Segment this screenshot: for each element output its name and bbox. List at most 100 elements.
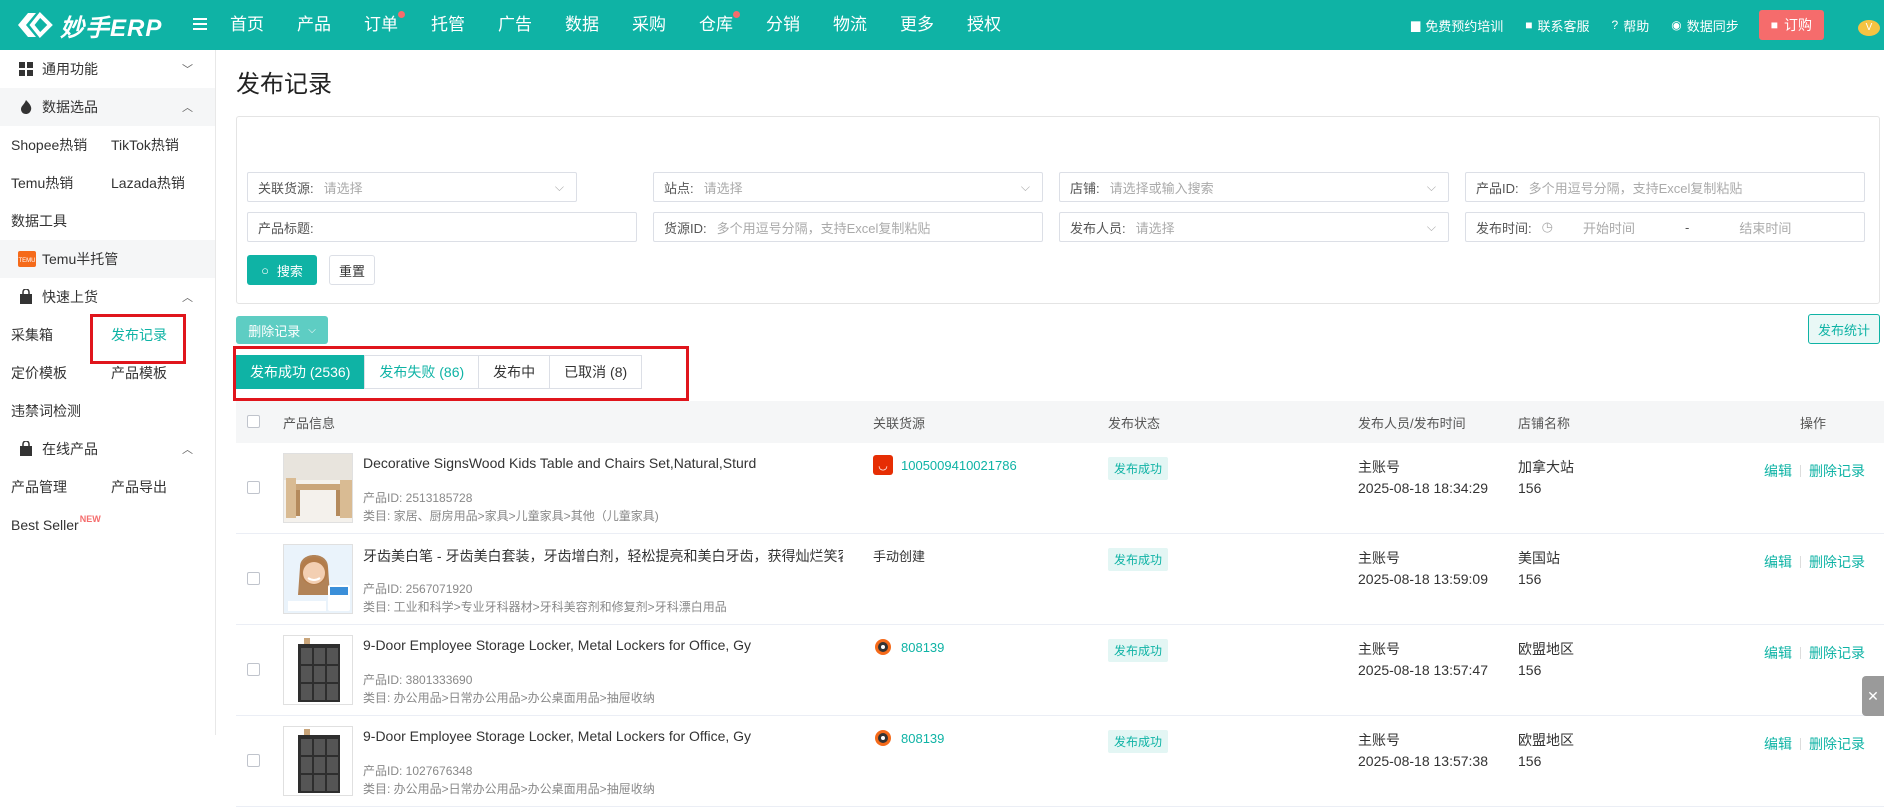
sidebar-item[interactable]: 采集箱 bbox=[0, 325, 100, 345]
status-tab-2[interactable]: 发布中 bbox=[478, 355, 551, 389]
publisher-select[interactable]: 发布人员: 请选择 ⌵ bbox=[1059, 212, 1449, 242]
sidebar-item[interactable]: 产品模板 bbox=[100, 363, 200, 383]
sidebar-item[interactable]: 发布记录 bbox=[100, 325, 200, 345]
product-title-label: 产品标题: bbox=[258, 220, 314, 236]
edit-link[interactable]: 编辑 bbox=[1764, 734, 1792, 754]
collapse-float-icon[interactable]: ✕ bbox=[1862, 676, 1884, 716]
sync-link[interactable]: ◉ 数据同步 bbox=[1671, 16, 1739, 35]
col-product-info: 产品信息 bbox=[283, 415, 336, 431]
sidebar-group-4[interactable]: 在线产品 ︿ bbox=[0, 430, 215, 468]
sidebar-item[interactable]: Temu热销 bbox=[0, 173, 100, 193]
order-button[interactable]: ■ 订购 bbox=[1758, 10, 1824, 40]
sidebar-item[interactable]: TikTok热销 bbox=[100, 135, 200, 155]
nav-label: 分销 bbox=[766, 15, 800, 34]
contact-link[interactable]: ■ 联系客服 bbox=[1525, 16, 1589, 35]
row-checkbox[interactable] bbox=[247, 481, 260, 494]
nav-item-11[interactable]: 授权 bbox=[967, 0, 1001, 50]
product-title-input[interactable]: 产品标题: bbox=[247, 212, 637, 242]
status-tab-0[interactable]: 发布成功 (2536) bbox=[235, 355, 366, 389]
edit-link[interactable]: 编辑 bbox=[1764, 552, 1792, 572]
product-thumbnail[interactable] bbox=[283, 635, 353, 705]
start-time-placeholder[interactable]: 开始时间 bbox=[1583, 218, 1635, 237]
nav-item-1[interactable]: 产品 bbox=[297, 0, 331, 50]
source-link[interactable]: 808139 bbox=[901, 731, 944, 746]
status-tab-1[interactable]: 发布失败 (86) bbox=[364, 355, 480, 389]
sidebar-item[interactable]: 违禁词检测 bbox=[0, 401, 100, 421]
help-icon: ? bbox=[1611, 18, 1619, 32]
sidebar-group-1[interactable]: 数据选品 ︿ bbox=[0, 88, 215, 126]
row-checkbox[interactable] bbox=[247, 754, 260, 767]
sidebar-item-label: 采集箱 bbox=[11, 327, 53, 343]
sidebar-item[interactable]: 数据工具 bbox=[0, 211, 100, 231]
product-title[interactable]: 牙齿美白笔 - 牙齿美白套装，牙齿增白剂，轻松提亮和美白牙齿，获得灿烂笑容 bbox=[363, 546, 843, 566]
sidebar-group-3[interactable]: 快速上货 ︿ bbox=[0, 278, 215, 316]
sidebar-item[interactable]: 产品导出 bbox=[100, 477, 200, 497]
monitor-icon: ▆ bbox=[1411, 18, 1421, 32]
reset-button[interactable]: 重置 bbox=[329, 255, 375, 285]
row-checkbox[interactable] bbox=[247, 663, 260, 676]
row-checkbox[interactable] bbox=[247, 572, 260, 585]
edit-link[interactable]: 编辑 bbox=[1764, 643, 1792, 663]
nav-item-10[interactable]: 更多 bbox=[900, 0, 934, 50]
delete-record-link[interactable]: 删除记录 bbox=[1809, 461, 1865, 481]
col-publisher: 发布人员/发布时间 bbox=[1358, 415, 1466, 431]
help-link[interactable]: ? 帮助 bbox=[1612, 16, 1650, 35]
sidebar-item[interactable]: Shopee热销 bbox=[0, 135, 100, 155]
publish-time: 2025-08-18 13:57:47 bbox=[1358, 662, 1488, 678]
store-number: 156 bbox=[1518, 480, 1542, 496]
nav-item-9[interactable]: 物流 bbox=[833, 0, 867, 50]
nav-item-5[interactable]: 数据 bbox=[565, 0, 599, 50]
source-id-input[interactable]: 货源ID: 多个用逗号分隔，支持Excel复制粘贴 bbox=[653, 212, 1043, 242]
product-title[interactable]: 9-Door Employee Storage Locker, Metal Lo… bbox=[363, 637, 751, 653]
publish-time-range[interactable]: 发布时间: ◷ 开始时间 - 结束时间 bbox=[1465, 212, 1865, 242]
product-thumbnail[interactable] bbox=[283, 453, 353, 523]
sidebar-item[interactable]: Lazada热销 bbox=[100, 173, 200, 193]
product-id-input[interactable]: 产品ID: 多个用逗号分隔，支持Excel复制粘贴 bbox=[1465, 172, 1865, 202]
sidebar-group-2[interactable]: TEMU Temu半托管 bbox=[0, 240, 215, 278]
sidebar-item-label: 发布记录 bbox=[111, 327, 167, 343]
edit-link[interactable]: 编辑 bbox=[1764, 461, 1792, 481]
main-nav: 首页 产品 订单 托管 广告 数据 采购 仓库 分销 物流 更多 授权 bbox=[230, 0, 1034, 50]
nav-item-2[interactable]: 订单 bbox=[364, 0, 405, 50]
store-select[interactable]: 店铺: 请选择或输入搜索 ⌵ bbox=[1059, 172, 1449, 202]
row-actions: 编辑 删除记录 bbox=[1764, 461, 1865, 481]
delete-record-link[interactable]: 删除记录 bbox=[1809, 734, 1865, 754]
source-link[interactable]: 1005009410021786 bbox=[901, 458, 1017, 473]
top-right-links: ▆ 免费预约培训 ■ 联系客服 ? 帮助 ◉ 数据同步 ■ 订购 bbox=[1389, 0, 1824, 50]
end-time-placeholder[interactable]: 结束时间 bbox=[1739, 218, 1791, 237]
sidebar-group-0[interactable]: 通用功能 ﹀ bbox=[0, 50, 215, 88]
new-badge: NEW bbox=[79, 514, 101, 524]
menu-toggle-icon[interactable] bbox=[190, 14, 210, 34]
nav-item-4[interactable]: 广告 bbox=[498, 0, 532, 50]
select-all-checkbox[interactable] bbox=[247, 415, 260, 428]
store-name: 加拿大站 bbox=[1518, 459, 1574, 475]
user-avatar[interactable]: V bbox=[1858, 20, 1880, 36]
product-title[interactable]: Decorative SignsWood Kids Table and Chai… bbox=[363, 455, 756, 471]
search-button[interactable]: ○ 搜索 bbox=[247, 255, 317, 285]
publisher-label: 发布人员: bbox=[1070, 220, 1126, 236]
training-link[interactable]: ▆ 免费预约培训 bbox=[1411, 16, 1503, 35]
chevron-down-icon: ⌵ bbox=[1426, 220, 1436, 234]
delete-records-button[interactable]: 删除记录 ⌵ bbox=[236, 316, 328, 344]
delete-record-link[interactable]: 删除记录 bbox=[1809, 552, 1865, 572]
table-body: Decorative SignsWood Kids Table and Chai… bbox=[236, 443, 1884, 807]
nav-item-7[interactable]: 仓库 bbox=[699, 0, 740, 50]
sidebar-item[interactable]: 产品管理 bbox=[0, 477, 100, 497]
sidebar-item[interactable]: Best SellerNEW bbox=[0, 514, 101, 533]
site-select[interactable]: 站点: 请选择 ⌵ bbox=[653, 172, 1043, 202]
source-select[interactable]: 关联货源: 请选择 ⌵ bbox=[247, 172, 577, 202]
publish-stats-button[interactable]: 发布统计 bbox=[1808, 314, 1880, 344]
nav-item-8[interactable]: 分销 bbox=[766, 0, 800, 50]
nav-item-0[interactable]: 首页 bbox=[230, 0, 264, 50]
app-logo[interactable]: 妙手ERP bbox=[14, 6, 162, 44]
product-title[interactable]: 9-Door Employee Storage Locker, Metal Lo… bbox=[363, 728, 751, 744]
status-tab-3[interactable]: 已取消 (8) bbox=[549, 355, 643, 389]
nav-item-6[interactable]: 采购 bbox=[632, 0, 666, 50]
product-thumbnail[interactable] bbox=[283, 726, 353, 796]
source-link[interactable]: 808139 bbox=[901, 640, 944, 655]
delete-record-link[interactable]: 删除记录 bbox=[1809, 643, 1865, 663]
nav-item-3[interactable]: 托管 bbox=[431, 0, 465, 50]
chevron-down-icon: ⌵ bbox=[308, 324, 316, 336]
sidebar-item[interactable]: 定价模板 bbox=[0, 363, 100, 383]
product-thumbnail[interactable] bbox=[283, 544, 353, 614]
